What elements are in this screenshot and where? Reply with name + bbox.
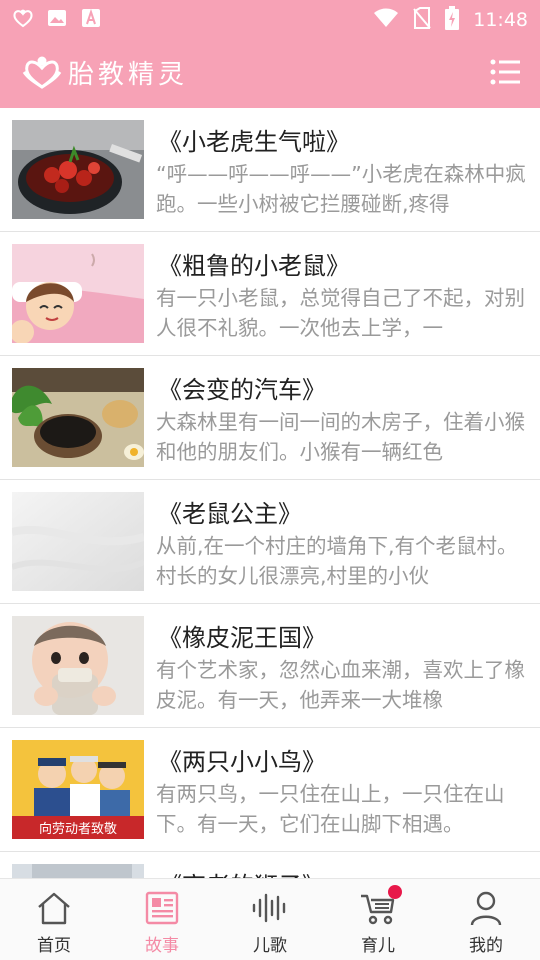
story-desc: “呼——呼——呼——”小老虎在森林中疯跑。一些小树被它拦腰碰断,疼得 — [156, 162, 526, 216]
story-item[interactable]: 《橡皮泥王国》 有个艺术家，忽然心血来潮，喜欢上了橡皮泥。有一天，他弄来一大堆橡 — [0, 604, 540, 728]
story-thumbnail — [12, 120, 144, 219]
sound-wave-icon — [250, 889, 290, 927]
tab-label: 儿歌 — [253, 936, 287, 956]
story-thumbnail — [12, 864, 144, 878]
profile-icon — [466, 889, 506, 927]
status-bar: 11:48 — [0, 0, 540, 36]
tab-home[interactable]: 首页 — [0, 879, 108, 960]
story-item[interactable]: 《小老虎生气啦》 “呼——呼——呼——”小老虎在森林中疯跑。一些小树被它拦腰碰断… — [0, 108, 540, 232]
home-icon — [34, 889, 74, 927]
story-list: 《小老虎生气啦》 “呼——呼——呼——”小老虎在森林中疯跑。一些小树被它拦腰碰断… — [0, 108, 540, 878]
app-logo-icon — [12, 7, 34, 29]
app-logo-icon — [22, 54, 62, 90]
tab-profile[interactable]: 我的 — [432, 879, 540, 960]
wifi-icon — [373, 8, 399, 32]
story-desc: 有一只小老鼠，总觉得自己了不起，对别人很不礼貌。一次他去上学，一 — [156, 286, 525, 340]
story-thumbnail — [12, 368, 144, 467]
app-bar: 胎教精灵 — [0, 36, 540, 108]
story-title: 《高老的狮子》 — [158, 866, 326, 878]
tab-label: 育儿 — [361, 936, 395, 956]
notification-badge — [388, 885, 402, 899]
tab-label: 首页 — [37, 936, 71, 956]
battery-charging-icon — [445, 6, 460, 34]
top-bar: 11:48 胎教精灵 — [0, 0, 540, 108]
bottom-nav: 首页 故事 儿歌 育儿 我的 — [0, 878, 540, 960]
story-thumbnail — [12, 244, 144, 343]
tab-label: 我的 — [469, 936, 503, 956]
thumb-banner-text: 向劳动者致敬 — [39, 821, 117, 837]
tab-parenting[interactable]: 育儿 — [324, 879, 432, 960]
story-title: 《小老虎生气啦》 — [158, 128, 350, 156]
story-desc: 有两只鸟，一只住在山上，一只住在山下。有一天，它们在山脚下相遇。 — [156, 782, 505, 836]
story-item[interactable]: 《粗鲁的小老鼠》 有一只小老鼠，总觉得自己了不起，对别人很不礼貌。一次他去上学，… — [0, 232, 540, 356]
tab-label: 故事 — [145, 936, 179, 956]
story-desc: 大森林里有一间一间的木房子，住着小猴和他的朋友们。小猴有一辆红色 — [156, 410, 525, 464]
no-sim-icon — [413, 7, 431, 33]
tab-songs[interactable]: 儿歌 — [216, 879, 324, 960]
story-book-icon — [142, 889, 182, 927]
story-title: 《粗鲁的小老鼠》 — [158, 252, 350, 280]
story-title: 《橡皮泥王国》 — [158, 624, 326, 652]
story-desc: 有个艺术家，忽然心血来潮，喜欢上了橡皮泥。有一天，他弄来一大堆橡 — [156, 658, 525, 712]
story-title: 《会变的汽车》 — [158, 376, 326, 404]
story-thumbnail — [12, 492, 144, 591]
status-right-icons: 11:48 — [373, 6, 528, 34]
app-title: 胎教精灵 — [68, 60, 189, 90]
store-a-icon — [80, 7, 102, 29]
story-desc: 从前,在一个村庄的墙角下,有个老鼠村。村长的女儿很漂亮,村里的小伙 — [156, 534, 518, 588]
status-left-icons — [12, 7, 102, 29]
story-thumbnail: 向劳动者致敬 — [12, 740, 144, 839]
story-item[interactable]: 《高老的狮子》 — [0, 852, 540, 878]
story-title: 《两只小小鸟》 — [158, 748, 326, 776]
status-time: 11:48 — [473, 9, 528, 31]
image-icon — [46, 7, 68, 29]
story-title: 《老鼠公主》 — [158, 500, 302, 528]
story-item[interactable]: 向劳动者致敬 《两只小小鸟》 有两只鸟，一只住在山上，一只住在山下。有一天，它们… — [0, 728, 540, 852]
story-item[interactable]: 《老鼠公主》 从前,在一个村庄的墙角下,有个老鼠村。村长的女儿很漂亮,村里的小伙 — [0, 480, 540, 604]
story-thumbnail — [12, 616, 144, 715]
list-menu-icon[interactable] — [490, 58, 520, 86]
story-item[interactable]: 《会变的汽车》 大森林里有一间一间的木房子，住着小猴和他的朋友们。小猴有一辆红色 — [0, 356, 540, 480]
tab-story[interactable]: 故事 — [108, 879, 216, 960]
